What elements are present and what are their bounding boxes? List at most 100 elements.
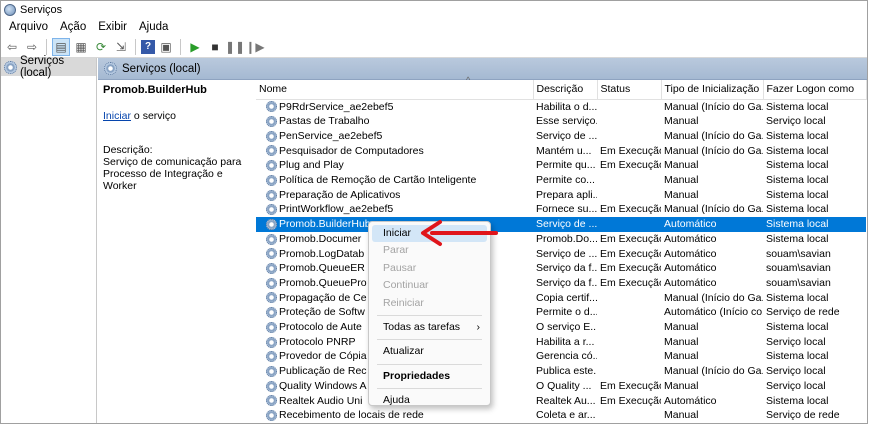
service-name-label: Pastas de Trabalho (279, 115, 370, 128)
window-title: Serviços (20, 3, 63, 16)
cell-startup-type: Manual (Início do Ga... (664, 203, 763, 216)
table-row[interactable]: Pesquisador de Computadores Mantém u... Em… (256, 144, 866, 159)
pause-icon[interactable]: ❚❚ (225, 38, 245, 56)
cell-description: Mantém u... (536, 144, 592, 157)
menu-arquivo[interactable]: Arquivo (3, 21, 54, 33)
column-header-status[interactable]: Status (597, 80, 662, 100)
table-row[interactable]: Pastas de Trabalho Esse serviço... Manual S… (256, 114, 866, 129)
cell-startup-type: Automático (664, 247, 717, 260)
cell-status: Em Execução (600, 276, 661, 289)
refresh-icon[interactable]: ⟳ (92, 38, 110, 56)
menu-acao[interactable]: Ação (54, 21, 92, 33)
services-app-icon (4, 3, 16, 16)
cell-description: O serviço E... (536, 321, 597, 334)
table-row[interactable]: Realtek Audio Uni Realtek Au... Em Execuçã… (256, 394, 866, 409)
tree-item-services-local[interactable]: Serviços (local) (1, 55, 96, 79)
cell-status: Em Execução (600, 144, 661, 157)
console-tree-icon[interactable]: ▤ (52, 37, 70, 56)
service-name-label: P9RdrService_ae2ebef5 (279, 100, 394, 113)
table-row[interactable]: Política de Remoção de Cartão Inteligent… (256, 173, 866, 188)
cell-logon-as: Sistema local (766, 188, 829, 201)
table-row[interactable]: P9RdrService_ae2ebef5 Habilita o d... Manu… (256, 99, 866, 114)
annotation-arrow-icon (421, 220, 498, 246)
table-row[interactable]: PenService_ae2ebef5 Serviço de ... Manual … (256, 129, 866, 144)
description-label: Descrição: (103, 144, 153, 156)
table-row[interactable]: Quality Windows A O Quality ... Em Execuçã… (256, 379, 866, 394)
cell-name: PrintWorkflow_ae2ebef5 (256, 202, 533, 217)
column-header-description[interactable]: Descrição (533, 80, 598, 100)
service-name-label: Promob.Documer (279, 232, 362, 245)
column-header-startup-type[interactable]: Tipo de Inicialização (661, 80, 764, 100)
cell-description: Coleta e ar... (536, 409, 596, 422)
table-row[interactable]: Plug and Play Permite qu... Em Execução Man… (256, 158, 866, 173)
table-row[interactable]: Protocolo de Aute O serviço E... Manual Sis… (256, 320, 866, 335)
cell-status: Em Execução (600, 203, 661, 216)
restart-icon[interactable]: ❙▶ (245, 38, 264, 56)
cell-description: Fornece su... (536, 203, 597, 216)
cell-description: Serviço da f... (536, 262, 597, 275)
cell-status (597, 335, 661, 350)
table-header-row: ^ Nome Descrição Status Tipo de Inicializ… (256, 75, 867, 100)
start-service-link[interactable]: Iniciar (103, 110, 131, 122)
table-row[interactable]: Promob.LogDatab Serviço de ... Em Execução… (256, 247, 866, 262)
service-name-label: Protocolo de Aute (279, 321, 362, 334)
cell-status (597, 114, 661, 129)
pane-header-title: Serviços (local) (122, 62, 201, 75)
service-name-label: PenService_ae2ebef5 (279, 129, 383, 142)
cell-description: Publica este... (536, 365, 597, 378)
description-text: Serviço de comunicação para Processo de … (103, 156, 242, 192)
service-gear-icon (266, 351, 277, 363)
cell-status: Em Execução (600, 262, 661, 275)
properties-icon[interactable]: ▦ (72, 38, 90, 56)
selected-service-name: Promob.BuilderHub (103, 84, 207, 96)
table-row[interactable]: Recebimento de locais de rede Coleta e ar… (256, 408, 866, 423)
forward-icon[interactable]: ⇨ (23, 38, 41, 56)
service-gear-icon (266, 336, 277, 348)
menu-ajuda[interactable]: Ajuda (133, 21, 174, 33)
service-gear-icon (266, 380, 277, 392)
table-row[interactable]: Publicação de Rec Publica este... Manual (… (256, 364, 866, 379)
column-header-name[interactable]: ^ Nome (256, 75, 534, 100)
cell-status: Em Execução (600, 394, 661, 407)
table-row[interactable]: Protocolo PNRP Habilita a r... Manual Servi… (256, 335, 866, 350)
title-bar: Serviços (1, 1, 867, 18)
cell-startup-type: Manual (664, 350, 699, 363)
table-row[interactable]: Proteção de Softw Permite o d... Automátic… (256, 305, 866, 320)
start-service-suffix: o serviço (131, 110, 176, 122)
table-row[interactable]: Promob.QueueER Serviço da f... Em Execução… (256, 261, 866, 276)
play-icon[interactable]: ▶ (186, 38, 204, 56)
column-header-label: Nome (259, 83, 288, 96)
table-row[interactable]: PrintWorkflow_ae2ebef5 Fornece su... Em Ex… (256, 202, 866, 217)
table-row[interactable]: Preparação de Aplicativos Prepara apli...… (256, 188, 866, 203)
cell-description: Habilita a r... (536, 335, 595, 348)
cell-description: Serviço da f... (536, 276, 597, 289)
toolbar: ⇦ ⇨ ▤ ▦ ⟳ ⇲ ? ▣ ▶ ■ ❚❚ ❙▶ (1, 36, 867, 58)
service-gear-icon (266, 263, 277, 275)
cell-description: Realtek Au... (536, 394, 596, 407)
cell-startup-type: Manual (Início do Ga... (664, 100, 763, 113)
service-name-label: Propagação de Ce (279, 291, 367, 304)
cell-status (597, 173, 661, 188)
table-row[interactable]: Provedor de Cópia osoft Gerencia có... Man… (256, 349, 866, 364)
menu-exibir[interactable]: Exibir (92, 21, 133, 33)
stop-icon[interactable]: ■ (206, 38, 224, 56)
back-icon[interactable]: ⇦ (3, 38, 21, 56)
table-row[interactable]: Promob.BuilderHub Serviço de ... Automátic… (256, 217, 866, 232)
view-icon[interactable]: ▣ (157, 38, 175, 56)
table-row[interactable]: Promob.QueuePro Serviço da f... Em Execuçã… (256, 276, 866, 291)
table-row[interactable]: Promob.Documer Promob.Do... Em Execução Aut… (256, 232, 866, 247)
ctx-menu-ajuda[interactable]: Ajuda (369, 392, 490, 409)
service-name-label: Preparação de Aplicativos (279, 188, 401, 201)
cell-description: Esse serviço... (536, 115, 597, 128)
ctx-menu-propriedades[interactable]: Propriedades (369, 368, 490, 385)
service-gear-icon (266, 145, 277, 157)
cell-startup-type: Automático (664, 262, 717, 275)
services-table: ^ Nome Descrição Status Tipo de Inicializ… (256, 75, 867, 423)
ctx-menu-atualizar[interactable]: Atualizar (369, 343, 490, 360)
column-header-logon-as[interactable]: Fazer Logon como (763, 80, 867, 100)
cell-startup-type: Manual (Início do Ga... (664, 144, 763, 157)
help-icon[interactable]: ? (141, 39, 155, 54)
ctx-menu-todas-tarefas[interactable]: Todas as tarefas › (369, 319, 490, 336)
export-icon[interactable]: ⇲ (112, 38, 130, 56)
table-row[interactable]: Propagação de Ce Copia certif... Manual (I… (256, 291, 866, 306)
